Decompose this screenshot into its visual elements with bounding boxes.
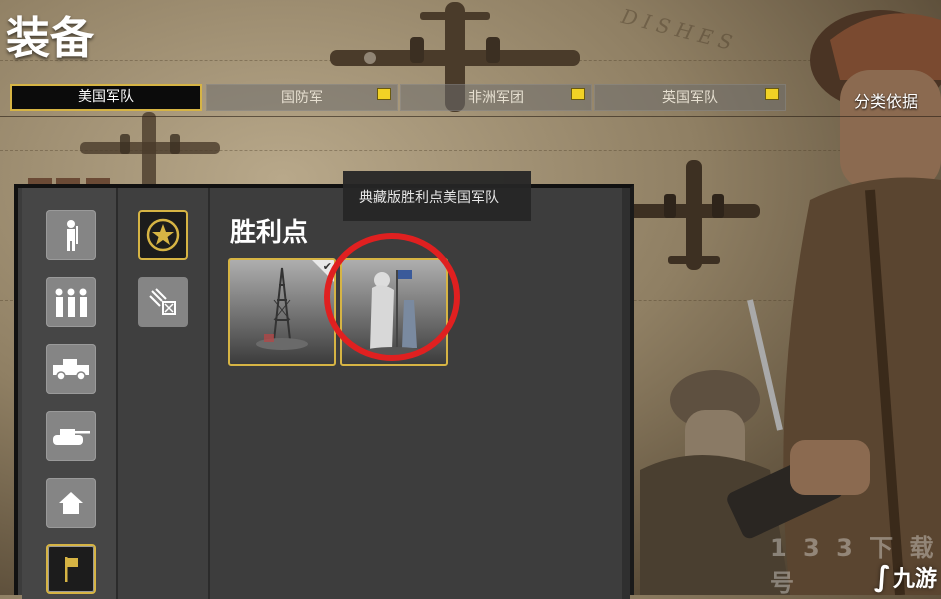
tab-us-army[interactable]: 美国军队 <box>10 84 202 111</box>
tooltip-text: 典藏版胜利点美国军队 <box>359 190 499 206</box>
category-victory-point-button[interactable] <box>46 544 96 594</box>
logo-text: 九游 <box>892 566 937 592</box>
tab-label: 美国军队 <box>78 89 134 105</box>
tank-icon <box>53 429 90 445</box>
tab-label: 国防军 <box>281 90 323 106</box>
category-tank-button[interactable] <box>46 411 96 461</box>
section-title: 胜利点 <box>230 218 309 248</box>
infantry-icon <box>67 220 78 251</box>
squad-icon <box>55 288 87 317</box>
equipment-panel: 胜利点 ✔ <box>14 184 634 599</box>
tab-wehrmacht[interactable]: 国防军 <box>206 84 398 111</box>
header-divider <box>0 116 941 117</box>
flag-icon <box>65 557 78 582</box>
subcategory-artillery-button[interactable] <box>138 277 188 327</box>
sort-by-button[interactable]: 分类依据 <box>854 88 918 112</box>
watermark-logo: ∫ 九游 <box>874 560 937 593</box>
star-icon <box>146 218 180 252</box>
house-icon <box>59 492 83 514</box>
page-title: 装备 <box>6 13 94 64</box>
category-vehicle-button[interactable] <box>46 344 96 394</box>
tab-british-forces[interactable]: 英国军队 <box>594 84 786 111</box>
subcategory-star-button[interactable] <box>138 210 188 260</box>
category-column <box>22 188 118 599</box>
item-card-tower[interactable]: ✔ <box>228 258 336 366</box>
new-flag-icon <box>571 88 585 100</box>
tab-label: 非洲军团 <box>468 90 524 106</box>
new-flag-icon <box>377 88 391 100</box>
new-flag-icon <box>765 88 779 100</box>
tab-afrika-korps[interactable]: 非洲军团 <box>400 84 592 111</box>
logo-icon: ∫ <box>873 560 891 593</box>
category-squad-button[interactable] <box>46 277 96 327</box>
faction-tabs: 美国军队 国防军 非洲军团 英国军队 <box>10 84 786 111</box>
highlight-circle <box>324 233 460 361</box>
item-tooltip: 典藏版胜利点美国军队 <box>343 171 531 221</box>
jeep-icon <box>53 359 89 381</box>
subcategory-column <box>118 188 210 599</box>
mortar-icon <box>149 288 176 315</box>
category-building-button[interactable] <box>46 478 96 528</box>
category-infantry-button[interactable] <box>46 210 96 260</box>
tab-label: 英国军队 <box>662 90 718 106</box>
scrollbar[interactable] <box>622 188 630 599</box>
